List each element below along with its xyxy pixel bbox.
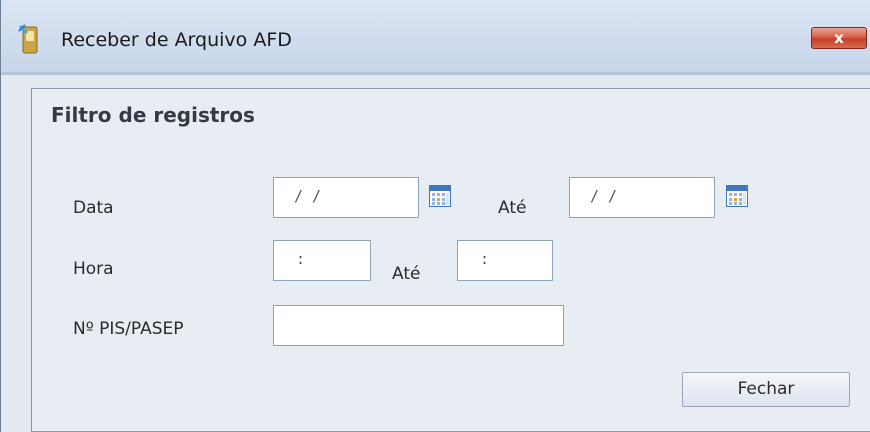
hora-to-field[interactable]: : bbox=[457, 240, 553, 281]
calendar-icon[interactable] bbox=[726, 185, 748, 207]
pis-label: Nº PIS/PASEP bbox=[73, 319, 184, 339]
data-to-field[interactable]: / / bbox=[569, 177, 715, 218]
hora-from-field[interactable]: : bbox=[273, 240, 371, 281]
hora-to-value: : bbox=[480, 250, 490, 268]
data-from-value: / / bbox=[294, 187, 322, 205]
close-button[interactable]: x bbox=[811, 27, 867, 49]
hora-until-label: Até bbox=[392, 264, 421, 284]
panel-title: Filtro de registros bbox=[51, 103, 255, 127]
app-icon bbox=[18, 24, 38, 54]
pis-pasep-field[interactable] bbox=[273, 305, 564, 346]
dialog-window: Receber de Arquivo AFD x Filtro de regis… bbox=[0, 0, 870, 432]
close-icon: x bbox=[834, 29, 844, 47]
title-bar-divider bbox=[1, 72, 870, 75]
window-title: Receber de Arquivo AFD bbox=[61, 29, 292, 51]
title-bar[interactable]: Receber de Arquivo AFD x bbox=[1, 0, 870, 72]
hora-from-value: : bbox=[296, 250, 306, 268]
hora-label: Hora bbox=[73, 259, 114, 279]
data-label: Data bbox=[73, 198, 114, 218]
data-from-field[interactable]: / / bbox=[273, 177, 419, 218]
fechar-button[interactable]: Fechar bbox=[682, 372, 850, 407]
calendar-icon[interactable] bbox=[429, 185, 451, 207]
data-until-label: Até bbox=[498, 198, 527, 218]
data-to-value: / / bbox=[590, 187, 618, 205]
